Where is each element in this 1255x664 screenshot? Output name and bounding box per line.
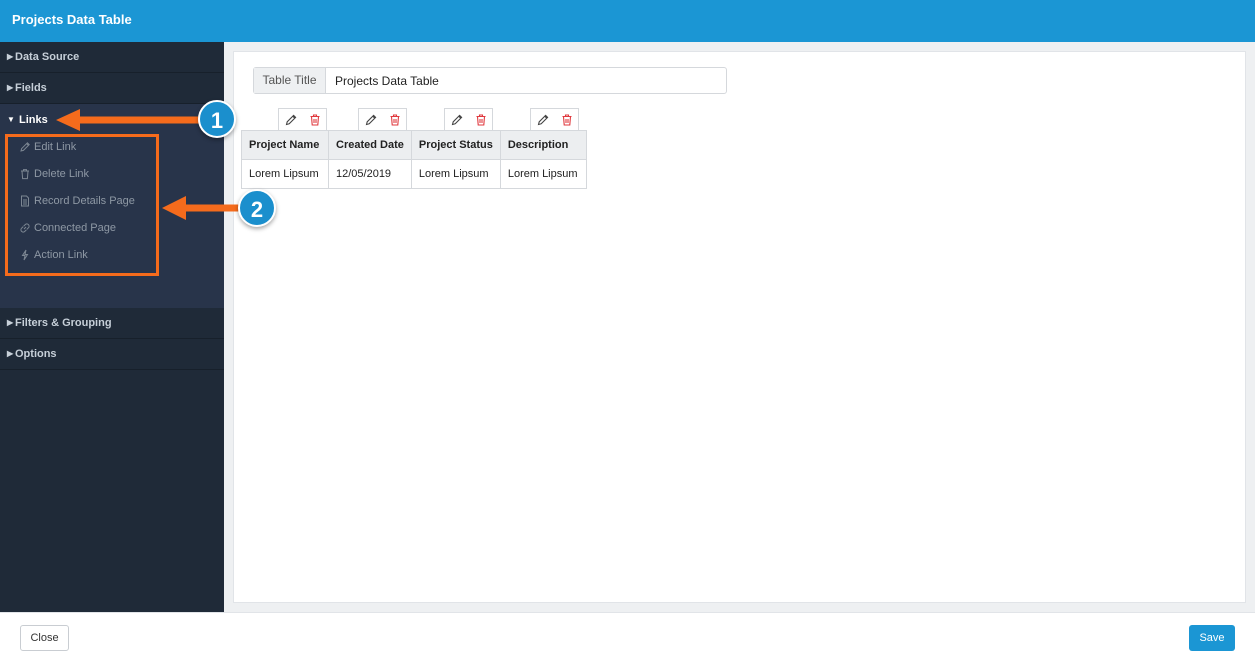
- caret-right-icon: ▶: [7, 52, 14, 61]
- caret-right-icon: ▶: [7, 349, 14, 358]
- caret-right-icon: ▶: [7, 83, 14, 92]
- table-cell: Lorem Lipsum: [241, 159, 329, 189]
- table-header-row: Project Name Created Date Project Status…: [241, 130, 587, 160]
- column-header[interactable]: Description: [499, 130, 587, 160]
- annotation-highlight-box: [5, 134, 159, 276]
- annotation-badge-1: 1: [198, 100, 236, 138]
- delete-column-icon[interactable]: [560, 113, 574, 127]
- close-button[interactable]: Close: [20, 625, 69, 651]
- sidebar-section-options[interactable]: ▶ Options: [0, 339, 224, 370]
- column-tools: [530, 108, 579, 131]
- table-title-label: Table Title: [254, 68, 326, 93]
- app-header: Projects Data Table: [0, 0, 1255, 42]
- sidebar-section-label: Options: [15, 348, 57, 360]
- column-header[interactable]: Created Date: [328, 130, 412, 160]
- table-cell: Lorem Lipsum: [410, 159, 501, 189]
- table-title-input[interactable]: [335, 74, 715, 88]
- sidebar-section-label: Links: [19, 114, 48, 126]
- column-header[interactable]: Project Status: [410, 130, 501, 160]
- edit-column-icon[interactable]: [364, 113, 378, 127]
- table-title-field: Table Title: [253, 67, 727, 94]
- edit-column-icon[interactable]: [450, 113, 464, 127]
- table-row: Lorem Lipsum 12/05/2019 Lorem Lipsum Lor…: [241, 159, 587, 189]
- page-title: Projects Data Table: [12, 12, 132, 27]
- sidebar-section-label: Fields: [15, 82, 47, 94]
- caret-down-icon: ▼: [7, 115, 15, 124]
- column-header[interactable]: Project Name: [241, 130, 329, 160]
- delete-column-icon[interactable]: [474, 113, 488, 127]
- delete-column-icon[interactable]: [388, 113, 402, 127]
- sidebar-section-label: Data Source: [15, 51, 80, 63]
- sidebar-section-filters-grouping[interactable]: ▶ Filters & Grouping: [0, 308, 224, 339]
- column-tools: [444, 108, 493, 131]
- sidebar-section-fields[interactable]: ▶ Fields: [0, 73, 224, 104]
- sidebar-section-data-source[interactable]: ▶ Data Source: [0, 42, 224, 73]
- table-cell: 12/05/2019: [328, 159, 412, 189]
- data-table: Project Name Created Date Project Status…: [241, 130, 587, 189]
- annotation-arrow-1: [56, 109, 212, 131]
- column-tools: [278, 108, 327, 131]
- sidebar-section-label: Filters & Grouping: [15, 317, 112, 329]
- table-cell: Lorem Lipsum: [499, 159, 587, 189]
- footer-bar: Close Save: [0, 612, 1255, 664]
- delete-column-icon[interactable]: [308, 113, 322, 127]
- column-tools: [358, 108, 407, 131]
- save-button[interactable]: Save: [1189, 625, 1235, 651]
- edit-column-icon[interactable]: [284, 113, 298, 127]
- caret-right-icon: ▶: [7, 318, 14, 327]
- annotation-badge-2: 2: [238, 189, 276, 227]
- edit-column-icon[interactable]: [536, 113, 550, 127]
